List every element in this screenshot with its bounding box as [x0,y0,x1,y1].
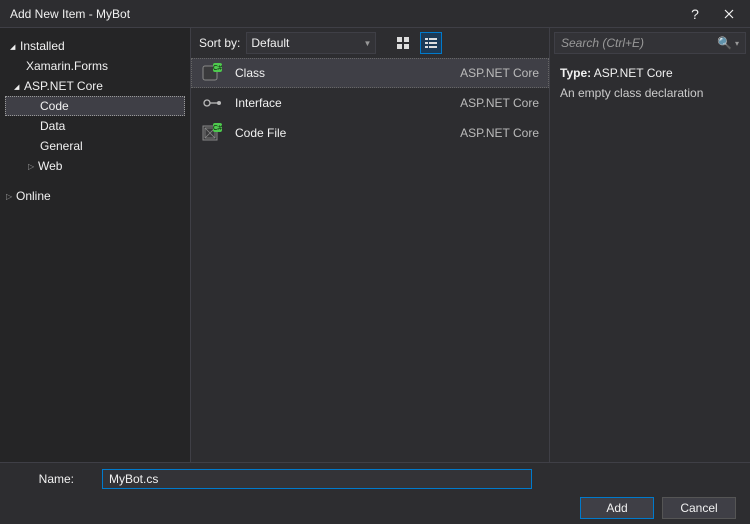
sortby-value: Default [251,36,289,50]
button-label: Add [606,501,627,515]
template-list: C# Class ASP.NET Core Interface ASP.NET … [191,58,549,462]
class-icon: C# [201,63,223,83]
tree-label: Online [16,189,51,203]
template-item-interface[interactable]: Interface ASP.NET Core [191,88,549,118]
chevron-right-icon [28,162,38,171]
category-tree: Installed Xamarin.Forms ASP.NET Core Cod… [0,28,190,462]
tree-label: Data [40,119,65,133]
tree-node-xamarin-forms[interactable]: Xamarin.Forms [6,56,184,76]
chevron-down-icon [14,82,24,91]
sort-toolbar: Sort by: Default ▼ [191,28,549,58]
tree-node-installed[interactable]: Installed [6,36,184,56]
button-label: Cancel [680,501,717,515]
tree-node-online[interactable]: Online [6,186,184,206]
tree-label: Installed [20,39,65,53]
tree-node-aspnet-core[interactable]: ASP.NET Core [6,76,184,96]
window-title: Add New Item - MyBot [10,7,678,21]
detail-body: Type: ASP.NET Core An empty class declar… [550,58,750,108]
chevron-down-icon [10,42,20,51]
detail-pane: 🔍 ▾ Type: ASP.NET Core An empty class de… [550,28,750,462]
sortby-dropdown[interactable]: Default ▼ [246,32,376,54]
button-row: Add Cancel [0,491,750,524]
template-item-class[interactable]: C# Class ASP.NET Core [191,58,549,88]
titlebar: Add New Item - MyBot ? [0,0,750,28]
svg-text:C#: C# [213,125,222,132]
chevron-down-icon: ▼ [363,39,371,48]
close-button[interactable] [712,1,746,27]
tree-label: Xamarin.Forms [26,59,108,73]
codefile-icon: C# [201,123,223,143]
detail-type-value: ASP.NET Core [594,66,673,80]
sortby-label: Sort by: [199,36,240,50]
name-input[interactable] [102,469,532,489]
tree-node-web[interactable]: Web [6,156,184,176]
help-button[interactable]: ? [678,1,712,27]
add-button[interactable]: Add [580,497,654,519]
template-item-codefile[interactable]: C# Code File ASP.NET Core [191,118,549,148]
chevron-down-icon: ▾ [735,39,739,48]
view-icons-button[interactable] [392,32,414,54]
svg-text:C#: C# [213,65,222,72]
search-box[interactable]: 🔍 ▾ [554,32,746,54]
search-icon: 🔍 [717,36,732,50]
cancel-button[interactable]: Cancel [662,497,736,519]
tree-label: Web [38,159,62,173]
name-row: Name: [0,463,750,491]
bottom-panel: Name: Add Cancel [0,462,750,524]
tree-label: Code [40,99,69,113]
view-list-button[interactable] [420,32,442,54]
list-icon [424,36,438,50]
template-category: ASP.NET Core [460,66,539,80]
grid-icon [396,36,410,50]
detail-description: An empty class declaration [560,86,740,100]
close-icon [724,9,734,19]
name-label: Name: [36,472,74,486]
tree-label: General [40,139,83,153]
template-list-pane: Sort by: Default ▼ [190,28,550,462]
template-category: ASP.NET Core [460,126,539,140]
template-name: Code File [235,126,448,140]
tree-node-general[interactable]: General [6,136,184,156]
tree-node-data[interactable]: Data [6,116,184,136]
tree-label: ASP.NET Core [24,79,103,93]
template-category: ASP.NET Core [460,96,539,110]
template-name: Class [235,66,448,80]
tree-node-code[interactable]: Code [5,96,185,116]
content-area: Installed Xamarin.Forms ASP.NET Core Cod… [0,28,750,462]
chevron-right-icon [6,192,16,201]
template-name: Interface [235,96,448,110]
search-input[interactable] [561,36,717,50]
search-row: 🔍 ▾ [550,28,750,58]
interface-icon [201,93,223,113]
detail-type-row: Type: ASP.NET Core [560,66,740,80]
detail-type-label: Type: [560,66,591,80]
